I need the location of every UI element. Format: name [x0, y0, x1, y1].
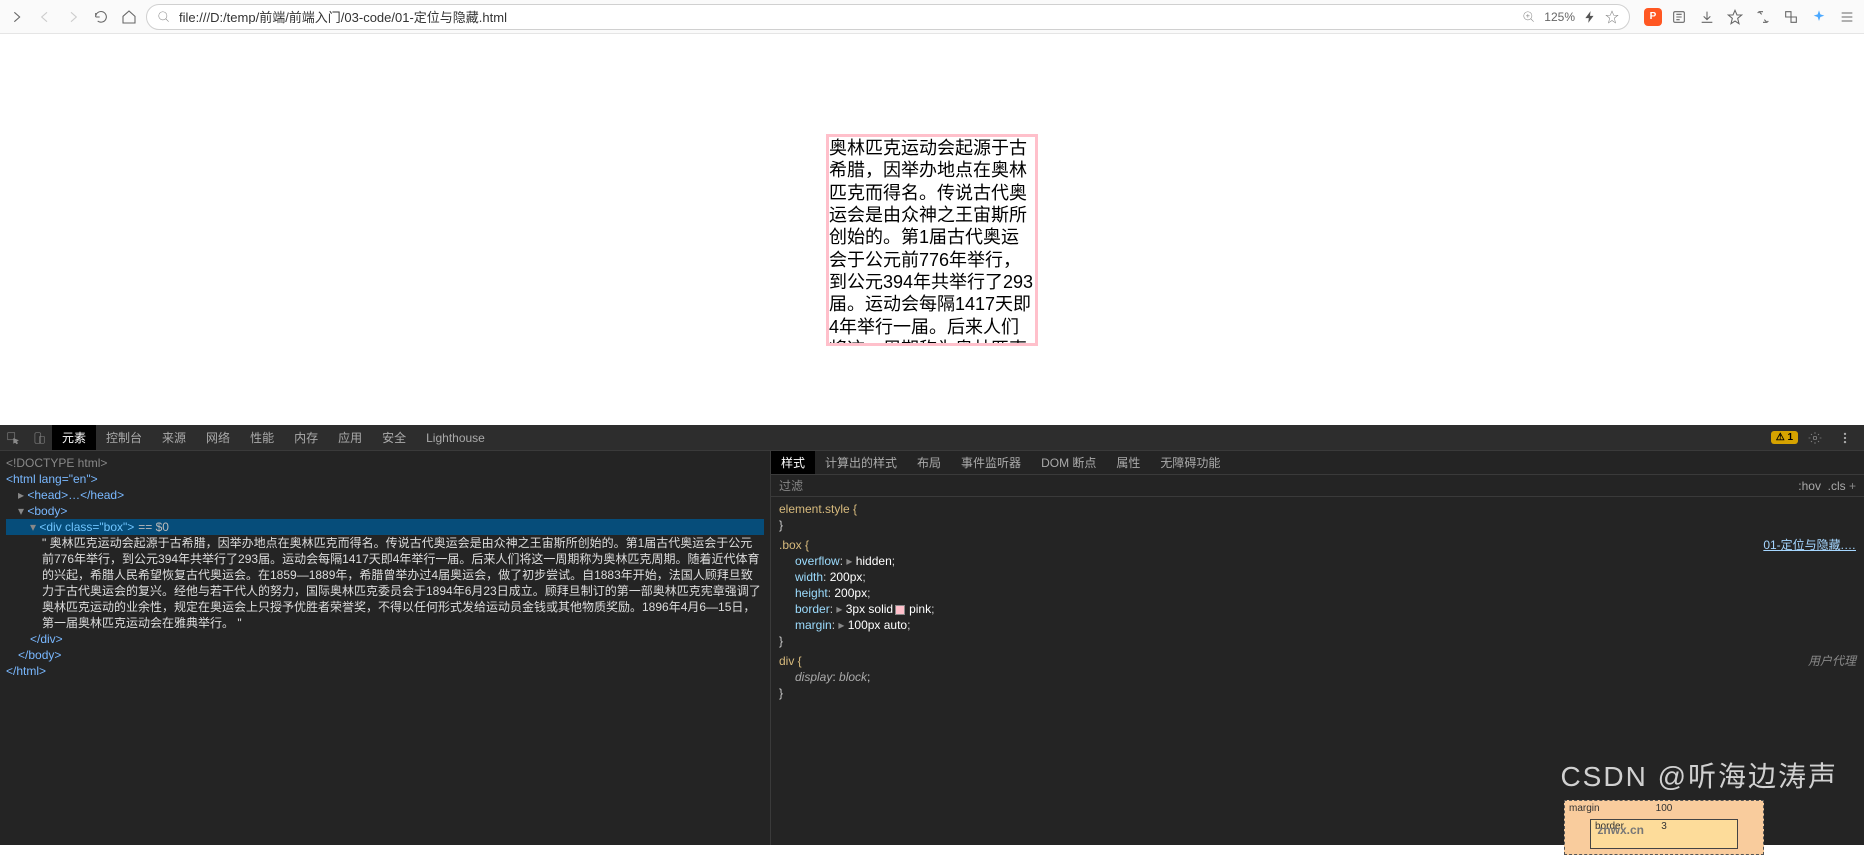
styles-pane: 样式 计算出的样式 布局 事件监听器 DOM 断点 属性 无障碍功能 过滤 :h… [770, 451, 1864, 845]
tab-elements[interactable]: 元素 [52, 425, 96, 450]
extension-bar: P [1636, 6, 1858, 28]
ua-label: 用户代理 [1808, 653, 1856, 669]
screenshot-icon[interactable] [1752, 6, 1774, 28]
home-icon[interactable] [118, 6, 140, 28]
reader-icon[interactable] [1668, 6, 1690, 28]
tab-dom-bp[interactable]: DOM 断点 [1031, 451, 1106, 474]
menu-icon[interactable] [1836, 6, 1858, 28]
back-icon[interactable] [34, 6, 56, 28]
tab-security[interactable]: 安全 [372, 425, 416, 450]
url-bar[interactable]: 125% [146, 4, 1630, 30]
warning-badge[interactable]: ⚠ 1 [1771, 431, 1798, 444]
flash-icon[interactable] [1583, 10, 1597, 24]
reload-icon[interactable] [90, 6, 112, 28]
hov-toggle[interactable]: :hov [1798, 479, 1821, 493]
tab-styles[interactable]: 样式 [771, 451, 815, 474]
inspect-icon[interactable] [0, 425, 26, 450]
styles-filter-row: 过滤 :hov .cls + [771, 475, 1864, 497]
devtools-panel: 元素 控制台 来源 网络 性能 内存 应用 安全 Lighthouse ⚠ 1 … [0, 425, 1864, 845]
tab-application[interactable]: 应用 [328, 425, 372, 450]
device-icon[interactable] [26, 425, 52, 450]
zoom-icon[interactable] [1522, 10, 1536, 24]
ai-icon[interactable] [1808, 6, 1830, 28]
favorite-icon[interactable] [1724, 6, 1746, 28]
tab-a11y[interactable]: 无障碍功能 [1150, 451, 1230, 474]
download-icon[interactable] [1696, 6, 1718, 28]
styles-tabs: 样式 计算出的样式 布局 事件监听器 DOM 断点 属性 无障碍功能 [771, 451, 1864, 475]
cls-toggle[interactable]: .cls [1828, 479, 1846, 493]
body-open[interactable]: <body> [27, 504, 67, 518]
browser-toolbar: 125% P [0, 0, 1864, 34]
html-close: </html> [6, 663, 764, 679]
bookmark-icon[interactable] [1605, 10, 1619, 24]
color-swatch-icon[interactable] [895, 605, 905, 615]
translate-icon[interactable] [1780, 6, 1802, 28]
more-icon[interactable] [1832, 431, 1858, 445]
devtools-tab-bar: 元素 控制台 来源 网络 性能 内存 应用 安全 Lighthouse ⚠ 1 [0, 425, 1864, 451]
tab-layout[interactable]: 布局 [907, 451, 951, 474]
search-icon [157, 10, 171, 24]
url-input[interactable] [179, 9, 1514, 24]
selected-node[interactable]: ▾ <div class="box">== $0 [6, 519, 764, 535]
content-box: 奥林匹克运动会起源于古希腊，因举办地点在奥林匹克而得名。传说古代奥运会是由众神之… [826, 134, 1038, 346]
tab-network[interactable]: 网络 [196, 425, 240, 450]
filter-input[interactable]: 过滤 [779, 477, 803, 494]
tab-props[interactable]: 属性 [1106, 451, 1150, 474]
tab-listeners[interactable]: 事件监听器 [951, 451, 1031, 474]
source-link[interactable]: 01-定位与隐藏.… [1763, 537, 1856, 553]
html-open: <html lang="en"> [6, 472, 98, 486]
tab-console[interactable]: 控制台 [96, 425, 152, 450]
tab-computed[interactable]: 计算出的样式 [815, 451, 907, 474]
tab-performance[interactable]: 性能 [240, 425, 284, 450]
head-node[interactable]: <head>…</head> [27, 488, 124, 502]
expand-icon[interactable] [6, 6, 28, 28]
box-model[interactable]: margin 100 border 3 [1264, 790, 1744, 845]
zoom-level: 125% [1544, 10, 1575, 24]
gear-icon[interactable] [1802, 431, 1828, 445]
doctype-line: <!DOCTYPE html> [6, 455, 764, 471]
forward-icon[interactable] [62, 6, 84, 28]
body-close: </body> [6, 647, 764, 663]
tab-memory[interactable]: 内存 [284, 425, 328, 450]
dom-tree[interactable]: <!DOCTYPE html> <html lang="en"> ▸ <head… [0, 451, 770, 845]
div-close: </div> [6, 631, 764, 647]
tab-lighthouse[interactable]: Lighthouse [416, 425, 495, 450]
text-node: " 奥林匹克运动会起源于古希腊，因举办地点在奥林匹克而得名。传说古代奥运会是由众… [6, 535, 764, 631]
tab-sources[interactable]: 来源 [152, 425, 196, 450]
pdf-ext-icon[interactable]: P [1644, 8, 1662, 26]
